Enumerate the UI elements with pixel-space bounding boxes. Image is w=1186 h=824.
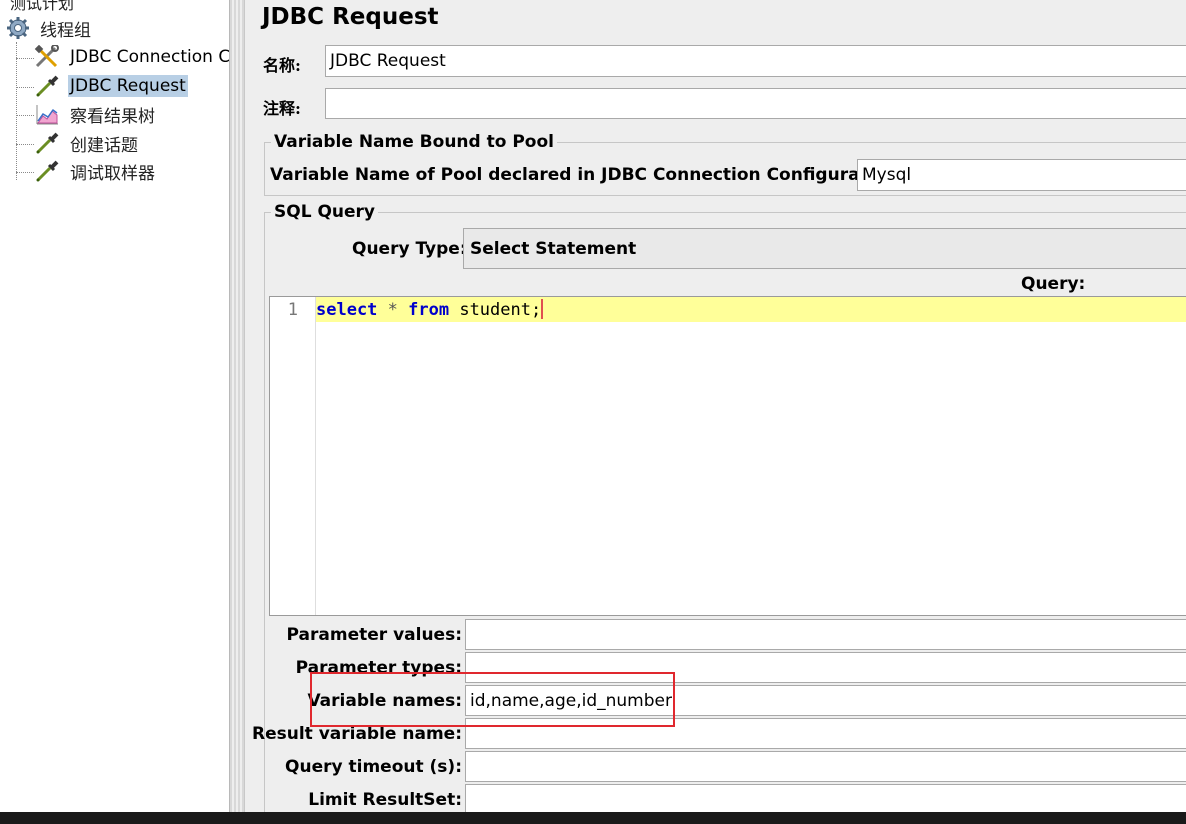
- panel-splitter[interactable]: [230, 0, 245, 812]
- tree-connector: [16, 115, 34, 116]
- test-plan-tree[interactable]: 测试计划 线程组 JDBC Connection C JDBC Request …: [0, 0, 230, 812]
- sql-keyword: select: [316, 300, 378, 320]
- tree-item-thread-group[interactable]: 线程组: [4, 16, 93, 41]
- tree-item-test-plan[interactable]: 测试计划: [10, 0, 74, 14]
- tree-connector: [16, 42, 17, 180]
- current-line: select * from student;: [316, 297, 1186, 322]
- query-label: Query:: [1021, 274, 1086, 294]
- tree-item-label: JDBC Connection C: [70, 47, 230, 67]
- pipette-icon: [34, 131, 60, 155]
- query-type-label: Query Type:: [352, 239, 467, 259]
- comment-field[interactable]: [325, 88, 1186, 119]
- sql-query-editor[interactable]: 1 select * from student;: [269, 296, 1186, 616]
- gear-icon: [4, 16, 32, 40]
- text-caret: [541, 299, 544, 319]
- query-type-select[interactable]: Select Statement: [463, 228, 1186, 269]
- tree-connector: [16, 144, 34, 145]
- tree-item-create-topic[interactable]: 创建话题: [34, 131, 140, 156]
- pool-name-field[interactable]: Mysql: [857, 159, 1186, 191]
- tree-item-label: 创建话题: [70, 135, 138, 156]
- tree-connector: [16, 87, 34, 88]
- tree-item-label: 调试取样器: [70, 163, 155, 184]
- sql-query-group-title: SQL Query: [271, 202, 378, 222]
- pipette-icon: [34, 74, 60, 98]
- bottom-bar: [0, 812, 1186, 824]
- wrench-screwdriver-icon: [34, 44, 60, 69]
- comment-label: 注释:: [263, 99, 301, 118]
- sql-code[interactable]: select * from student;: [316, 299, 544, 320]
- param-values-field[interactable]: [465, 619, 1186, 650]
- query-timeout-field[interactable]: [465, 751, 1186, 782]
- sql-text: student;: [449, 300, 542, 320]
- result-variable-label: Result variable name:: [251, 724, 462, 744]
- pool-name-label: Variable Name of Pool declared in JDBC C…: [270, 165, 905, 185]
- pipette-icon: [34, 159, 60, 183]
- line-number: 1: [287, 300, 298, 320]
- pool-group-title: Variable Name Bound to Pool: [271, 132, 557, 152]
- panel-title: JDBC Request: [262, 4, 439, 30]
- tree-item-debug-sampler[interactable]: 调试取样器: [34, 159, 157, 184]
- tree-item-label: JDBC Request: [68, 75, 188, 97]
- limit-resultset-field[interactable]: [465, 784, 1186, 815]
- param-values-label: Parameter values:: [286, 625, 462, 645]
- name-field[interactable]: JDBC Request: [325, 45, 1186, 77]
- chart-icon: [34, 102, 60, 126]
- sql-keyword: from: [408, 300, 450, 320]
- tree-connector: [16, 58, 34, 59]
- tree-item-jdbc-connection[interactable]: JDBC Connection C: [34, 44, 230, 69]
- tree-item-label: 线程组: [40, 20, 91, 41]
- query-timeout-label: Query timeout (s):: [285, 757, 462, 777]
- name-label: 名称:: [263, 56, 301, 75]
- tree-item-jdbc-request[interactable]: JDBC Request: [34, 74, 188, 98]
- annotation-highlight-box: [310, 672, 675, 727]
- tree-connector: [16, 172, 34, 173]
- editor-gutter: 1: [270, 297, 316, 615]
- tree-item-label: 察看结果树: [70, 106, 155, 127]
- tree-item-view-results-tree[interactable]: 察看结果树: [34, 102, 157, 127]
- limit-resultset-label: Limit ResultSet:: [308, 790, 462, 810]
- sql-operator: *: [377, 300, 409, 320]
